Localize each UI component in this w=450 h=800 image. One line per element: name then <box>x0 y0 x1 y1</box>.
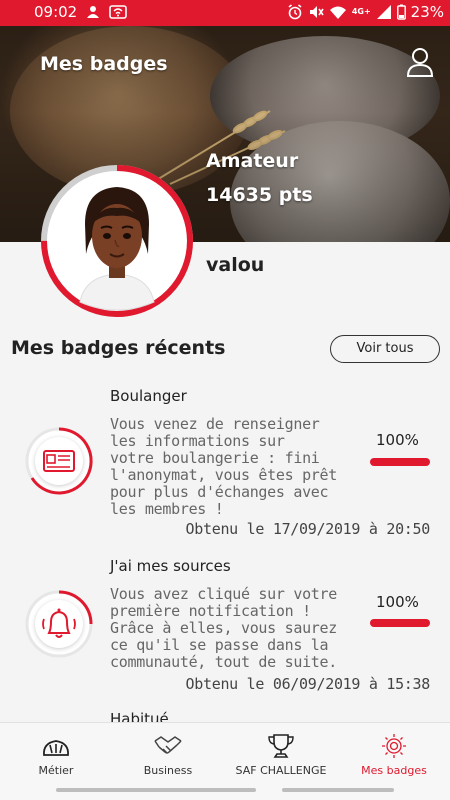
trophy-icon <box>268 734 294 758</box>
recent-badges-title: Mes badges récents <box>11 337 226 359</box>
badge-description-line: première notification ! <box>110 602 311 620</box>
badge-description-line: Vous venez de renseigner <box>110 415 320 433</box>
home-indicator-segment <box>56 788 256 792</box>
badge-description: Vous venez de renseigner les information… <box>110 416 350 518</box>
badge-description: Vous avez cliqué sur votre première noti… <box>110 586 350 671</box>
avatar[interactable] <box>40 164 194 318</box>
badge-description-line: les informations sur <box>110 432 285 450</box>
see-all-button[interactable]: Voir tous <box>330 335 440 363</box>
battery-icon <box>396 4 406 20</box>
network-type: 4G+ <box>351 7 371 16</box>
user-icon[interactable] <box>406 47 434 77</box>
wifi-signal-icon <box>329 6 346 19</box>
nav-item-business[interactable]: Business <box>112 723 224 789</box>
signal-icon <box>376 5 391 19</box>
badge-description-line: votre boulangerie : fini <box>110 449 320 467</box>
nav-item-mes-badges[interactable]: Mes badges <box>338 723 450 789</box>
id-card-icon <box>25 427 93 495</box>
badge-name: J'ai mes sources <box>110 557 231 575</box>
battery-level: 23% <box>410 3 444 21</box>
bell-icon <box>25 590 93 658</box>
home-indicator-gap <box>256 788 282 792</box>
badge-progress-bar <box>370 458 430 466</box>
badge-date: Obtenu le 06/09/2019 à 15:38 <box>185 675 431 693</box>
badge-description-line: pour plus d'échanges avec <box>110 483 329 501</box>
badge-icon <box>382 734 406 758</box>
nav-label: Mes badges <box>361 764 427 777</box>
user-level: Amateur <box>206 150 299 172</box>
badge-date: Obtenu le 17/09/2019 à 20:50 <box>185 520 431 538</box>
home-indicator <box>56 788 394 792</box>
page-title: Mes badges <box>40 53 168 75</box>
status-bar: 09:02 4G+ 23% <box>0 0 450 26</box>
badge-progress-bar <box>370 619 430 627</box>
badge-description-line: Grâce à elles, vous saurez <box>110 619 338 637</box>
badge-percent: 100% <box>376 593 419 611</box>
app-notification-icon <box>87 6 100 18</box>
status-time: 09:02 <box>34 3 78 21</box>
nav-item-saf-challenge[interactable]: SAF CHALLENGE <box>225 723 337 789</box>
home-indicator-segment <box>282 788 394 792</box>
nav-label: SAF CHALLENGE <box>235 764 327 777</box>
username: valou <box>206 254 265 276</box>
handshake-icon <box>154 736 182 754</box>
badge-description-line: Vous avez cliqué sur votre <box>110 585 338 603</box>
badge-percent: 100% <box>376 431 419 449</box>
badge-description-line: ce qu'il se passe dans la <box>110 636 329 654</box>
mute-icon <box>309 6 324 18</box>
badge-name: Boulanger <box>110 387 187 405</box>
bread-icon <box>43 740 69 756</box>
alarm-icon <box>288 4 302 20</box>
badge-description-line: les membres ! <box>110 500 224 518</box>
nav-label: Métier <box>38 764 74 777</box>
user-points: 14635 pts <box>206 184 313 206</box>
wifi-icon <box>109 5 128 19</box>
badge-description-line: communauté, tout de suite. <box>110 653 338 671</box>
nav-item-metier[interactable]: Métier <box>0 723 112 789</box>
badge-description-line: l'anonymat, vous êtes prêt <box>110 466 338 484</box>
nav-label: Business <box>143 764 193 777</box>
